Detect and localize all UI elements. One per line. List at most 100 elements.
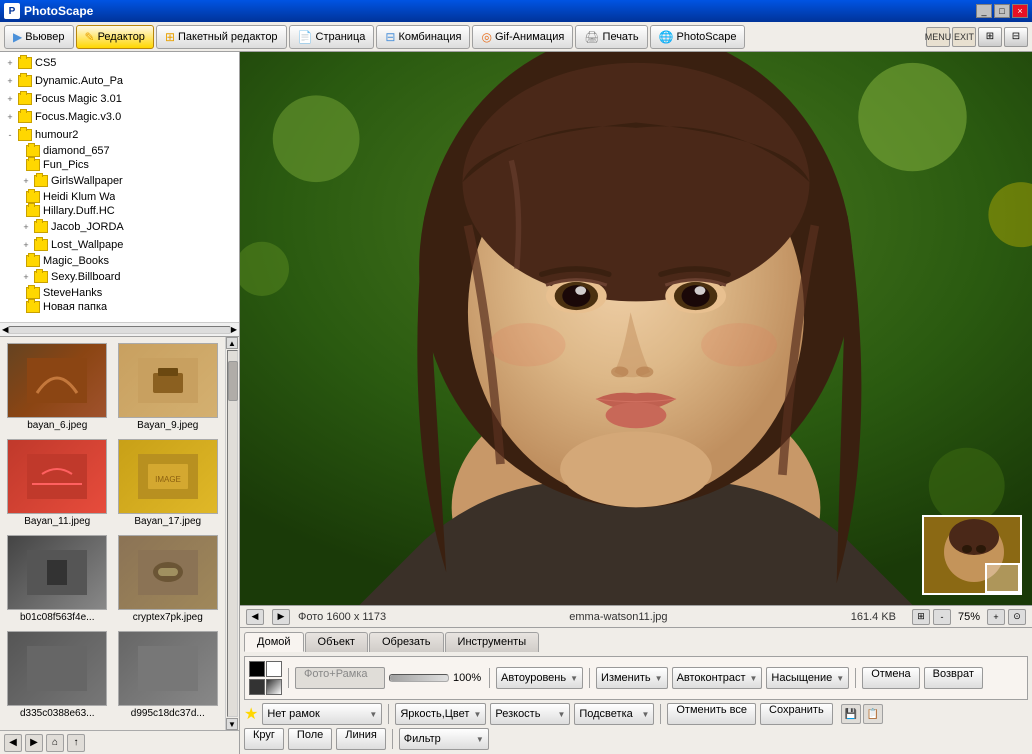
expand-icon[interactable]: + — [2, 73, 18, 89]
nav-back-button[interactable]: ◀ — [4, 734, 22, 752]
tree-item-cs5[interactable]: + CS5 — [2, 54, 237, 72]
tab-photoscape[interactable]: 🌐 PhotoScape — [650, 25, 746, 49]
close-button[interactable]: × — [1012, 4, 1028, 18]
tree-item-hillary[interactable]: Hillary.Duff.HC — [2, 204, 237, 218]
expand-icon[interactable]: + — [2, 91, 18, 107]
tree-item-lost[interactable]: + Lost_Wallpape — [2, 236, 237, 254]
tab-combine[interactable]: ⊟ Комбинация — [376, 25, 470, 49]
tree-item-heidi[interactable]: Heidi Klum Wa — [2, 190, 237, 204]
expand-icon[interactable]: + — [18, 237, 34, 253]
icon1-button[interactable]: ⊞ — [978, 27, 1002, 47]
tab-editor[interactable]: ✎ Редактор — [76, 25, 154, 49]
save-icon1-button[interactable]: 💾 — [841, 704, 861, 724]
tree-item-humour2[interactable]: - humour2 — [2, 126, 237, 144]
dropdown-arrow-icon: ▼ — [750, 674, 758, 683]
nav-forward-button[interactable]: ▶ — [25, 734, 43, 752]
file-tree[interactable]: + CS5 + Dynamic.Auto_Pa + Focus Magic 3.… — [0, 52, 239, 322]
sharpness-dropdown[interactable]: Резкость ▼ — [490, 703, 570, 725]
auto-contrast-dropdown[interactable]: Автоконтраст ▼ — [672, 667, 763, 689]
tree-item-magic-books[interactable]: Magic_Books — [2, 254, 237, 268]
edit-tab-object[interactable]: Объект — [305, 632, 368, 652]
expand-icon[interactable]: + — [18, 269, 34, 285]
tab-print[interactable]: 🖨 Печать — [575, 25, 647, 49]
expand-icon[interactable]: + — [18, 173, 34, 189]
save-icon2-button[interactable]: 📋 — [863, 704, 883, 724]
thumb-b01c[interactable]: b01c08f563f4e... — [4, 533, 111, 625]
zoom-in-button[interactable]: + — [987, 609, 1005, 625]
scroll-up-button[interactable]: ▲ — [226, 337, 238, 349]
hscroll-right[interactable]: ▶ — [231, 325, 237, 334]
circle-button[interactable]: Круг — [244, 728, 284, 750]
thumb-bayan9[interactable]: Bayan_9.jpeg — [115, 341, 222, 433]
tree-item-new-folder[interactable]: Новая папка — [2, 300, 237, 314]
expand-icon[interactable]: + — [18, 219, 34, 235]
separator5 — [388, 704, 389, 724]
tab-gif[interactable]: ◎ Gif-Анимация — [472, 25, 573, 49]
brightness-dropdown[interactable]: Яркость,Цвет ▼ — [395, 703, 486, 725]
tab-page[interactable]: 📄 Страница — [289, 25, 375, 49]
thumb-scrollbar[interactable]: ▲ ▼ — [225, 337, 239, 730]
cancel-all-button[interactable]: Отменить все — [667, 703, 756, 725]
opacity-slider[interactable] — [389, 674, 449, 682]
thumb-d995[interactable]: d995c18dc37d... — [115, 629, 222, 721]
tree-item-focus2[interactable]: + Focus.Magic.v3.0 — [2, 108, 237, 126]
tab-batch[interactable]: ⊞ Пакетный редактор — [156, 25, 287, 49]
minimize-button[interactable]: _ — [976, 4, 992, 18]
expand-icon[interactable]: + — [2, 55, 18, 71]
zoom-fit-button[interactable]: ⊞ — [912, 609, 930, 625]
save-button[interactable]: Сохранить — [760, 703, 833, 725]
expand-icon[interactable]: - — [2, 127, 18, 143]
zoom-out-button[interactable]: - — [933, 609, 951, 625]
tree-item-jacob[interactable]: + Jacob_JORDA — [2, 218, 237, 236]
tree-hscroll[interactable]: ◀ ▶ — [0, 322, 239, 336]
thumb-cryptex[interactable]: cryptex7pk.jpeg — [115, 533, 222, 625]
thumbnails-container: bayan_6.jpeg Bayan_9.jpeg Bayan_11.jpeg — [0, 336, 239, 730]
saturation-dropdown[interactable]: Насыщение ▼ — [766, 667, 849, 689]
thumbnails-panel[interactable]: bayan_6.jpeg Bayan_9.jpeg Bayan_11.jpeg — [0, 337, 225, 730]
filter-dropdown[interactable]: Фильтр ▼ — [399, 728, 489, 750]
color-dark-swatch[interactable] — [249, 679, 265, 695]
expand-icon[interactable]: + — [2, 109, 18, 125]
auto-level-dropdown[interactable]: Автоуровень ▼ — [496, 667, 583, 689]
color-white-swatch[interactable] — [266, 661, 282, 677]
highlight-dropdown[interactable]: Подсветка ▼ — [574, 703, 654, 725]
maximize-button[interactable]: □ — [994, 4, 1010, 18]
frame-select-dropdown[interactable]: Нет рамок ▼ — [262, 703, 382, 725]
thumb-bayan11[interactable]: Bayan_11.jpeg — [4, 437, 111, 529]
exit-button[interactable]: EXIT — [952, 27, 976, 47]
status-forward-button[interactable]: ▶ — [272, 609, 290, 625]
change-dropdown[interactable]: Изменить ▼ — [596, 667, 668, 689]
field-button[interactable]: Поле — [288, 728, 332, 750]
scroll-track — [227, 350, 238, 717]
edit-tab-tools[interactable]: Инструменты — [445, 632, 540, 652]
tree-item-dynamic[interactable]: + Dynamic.Auto_Pa — [2, 72, 237, 90]
thumb-bayan17[interactable]: IMAGE Bayan_17.jpeg — [115, 437, 222, 529]
hscroll-track[interactable] — [8, 326, 231, 334]
redo-button[interactable]: Возврат — [924, 667, 983, 689]
tree-item-diamond[interactable]: diamond_657 — [2, 144, 237, 158]
edit-tab-home[interactable]: Домой — [244, 632, 304, 652]
scroll-down-button[interactable]: ▼ — [226, 718, 238, 730]
tree-item-girlswallpaper[interactable]: + GirlsWallpaper — [2, 172, 237, 190]
color-gradient-swatch[interactable] — [266, 679, 282, 695]
color-black-swatch[interactable] — [249, 661, 265, 677]
thumb-d335[interactable]: d335c0388e63... — [4, 629, 111, 721]
star-icon[interactable]: ★ — [244, 704, 258, 724]
icon2-button[interactable]: ⊟ — [1004, 27, 1028, 47]
tree-item-funpics[interactable]: Fun_Pics — [2, 158, 237, 172]
photo-frame-button[interactable]: Фото+Рамка — [295, 667, 385, 689]
thumb-bayan6[interactable]: bayan_6.jpeg — [4, 341, 111, 433]
tree-item-stevehanks[interactable]: SteveHanks — [2, 286, 237, 300]
tab-viewer[interactable]: ▶ Вьювер — [4, 25, 74, 49]
nav-home-button[interactable]: ⌂ — [46, 734, 64, 752]
line-button[interactable]: Линия — [336, 728, 386, 750]
tree-item-focus1[interactable]: + Focus Magic 3.01 — [2, 90, 237, 108]
zoom-actual-button[interactable]: ⊙ — [1008, 609, 1026, 625]
menu-button[interactable]: MENU — [926, 27, 950, 47]
image-dimensions: Фото 1600 x 1173 — [298, 611, 386, 623]
tree-item-sexy[interactable]: + Sexy.Billboard — [2, 268, 237, 286]
status-back-button[interactable]: ◀ — [246, 609, 264, 625]
cancel-button[interactable]: Отмена — [862, 667, 919, 689]
nav-up-button[interactable]: ↑ — [67, 734, 85, 752]
edit-tab-crop[interactable]: Обрезать — [369, 632, 444, 652]
